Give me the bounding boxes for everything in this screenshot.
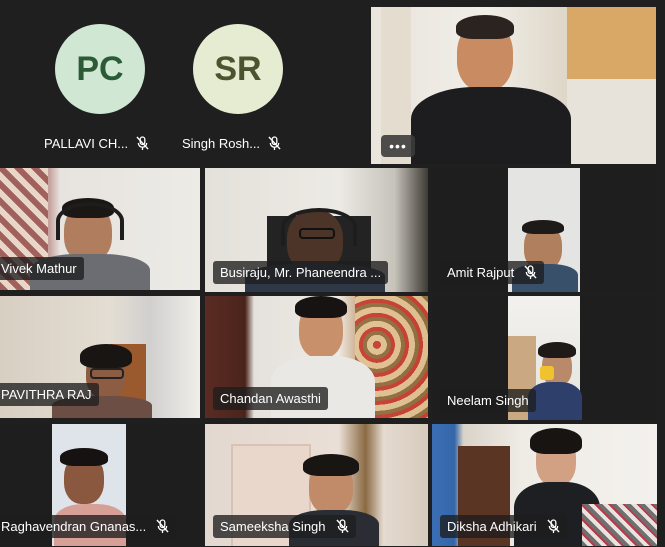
participant-nameplate: Raghavendran Gnanas...: [0, 515, 177, 538]
more-options-button[interactable]: •••: [381, 135, 415, 157]
participant-nameplate: Chandan Awasthi: [213, 387, 328, 410]
participant-nameplate: PAVITHRA RAJ: [0, 383, 99, 406]
participant-name-label: Chandan Awasthi: [220, 391, 321, 406]
participant-name-label: Busiraju, Mr. Phaneendra ...: [220, 265, 382, 280]
participant-tile-vivek[interactable]: Vivek Mathur: [0, 168, 200, 290]
participant-name-label: Neelam Singh: [447, 393, 529, 408]
participant-tile-neelam[interactable]: Neelam Singh: [432, 296, 657, 420]
participant-nameplate: Sameeksha Singh: [213, 515, 356, 538]
participant-tile-amit[interactable]: Amit Rajput: [432, 168, 657, 292]
participant-name-label: Vivek Mathur: [1, 261, 77, 276]
participant-name: PALLAVI CH...: [44, 136, 149, 151]
mic-off-icon: [156, 519, 169, 534]
avatar: SR: [193, 24, 283, 114]
participant-nameplate: Diksha Adhikari: [440, 515, 567, 538]
participant-nameplate: Vivek Mathur: [0, 257, 84, 280]
participant-nameplate: Neelam Singh: [440, 389, 536, 412]
participant-name-label: PAVITHRA RAJ: [1, 387, 92, 402]
participant-tile-busiraju[interactable]: Busiraju, Mr. Phaneendra ...: [205, 168, 428, 292]
participant-tile-raghavendran[interactable]: Raghavendran Gnanas...: [0, 424, 200, 546]
mic-off-icon: [136, 136, 149, 151]
participant-nameplate: Busiraju, Mr. Phaneendra ...: [213, 261, 389, 284]
participant-tile-sameeksha[interactable]: Sameeksha Singh: [205, 424, 428, 546]
mic-off-icon: [336, 519, 349, 534]
participant-name-label: Singh Rosh...: [182, 136, 261, 151]
mic-off-icon: [547, 519, 560, 534]
avatar: PC: [55, 24, 145, 114]
participant-name-label: Raghavendran Gnanas...: [1, 519, 147, 534]
participant-nameplate: Amit Rajput: [440, 261, 545, 284]
participant-name-label: Sameeksha Singh: [220, 519, 326, 534]
participant-tile-video-1[interactable]: •••: [371, 7, 656, 164]
mic-off-icon: [268, 136, 281, 151]
mic-off-icon: [524, 265, 537, 280]
participant-name-label: Diksha Adhikari: [447, 519, 537, 534]
participant-name: Singh Rosh...: [182, 136, 281, 151]
participant-tile-pallavi[interactable]: PC PALLAVI CH...: [40, 14, 160, 154]
participant-name-label: PALLAVI CH...: [44, 136, 129, 151]
participant-tile-singh[interactable]: SR Singh Rosh...: [178, 14, 308, 154]
participant-tile-pavithra[interactable]: PAVITHRA RAJ: [0, 296, 200, 418]
participant-tile-chandan[interactable]: Chandan Awasthi: [205, 296, 428, 418]
participant-tile-diksha[interactable]: Diksha Adhikari: [432, 424, 657, 546]
participant-name-label: Amit Rajput: [447, 265, 515, 280]
